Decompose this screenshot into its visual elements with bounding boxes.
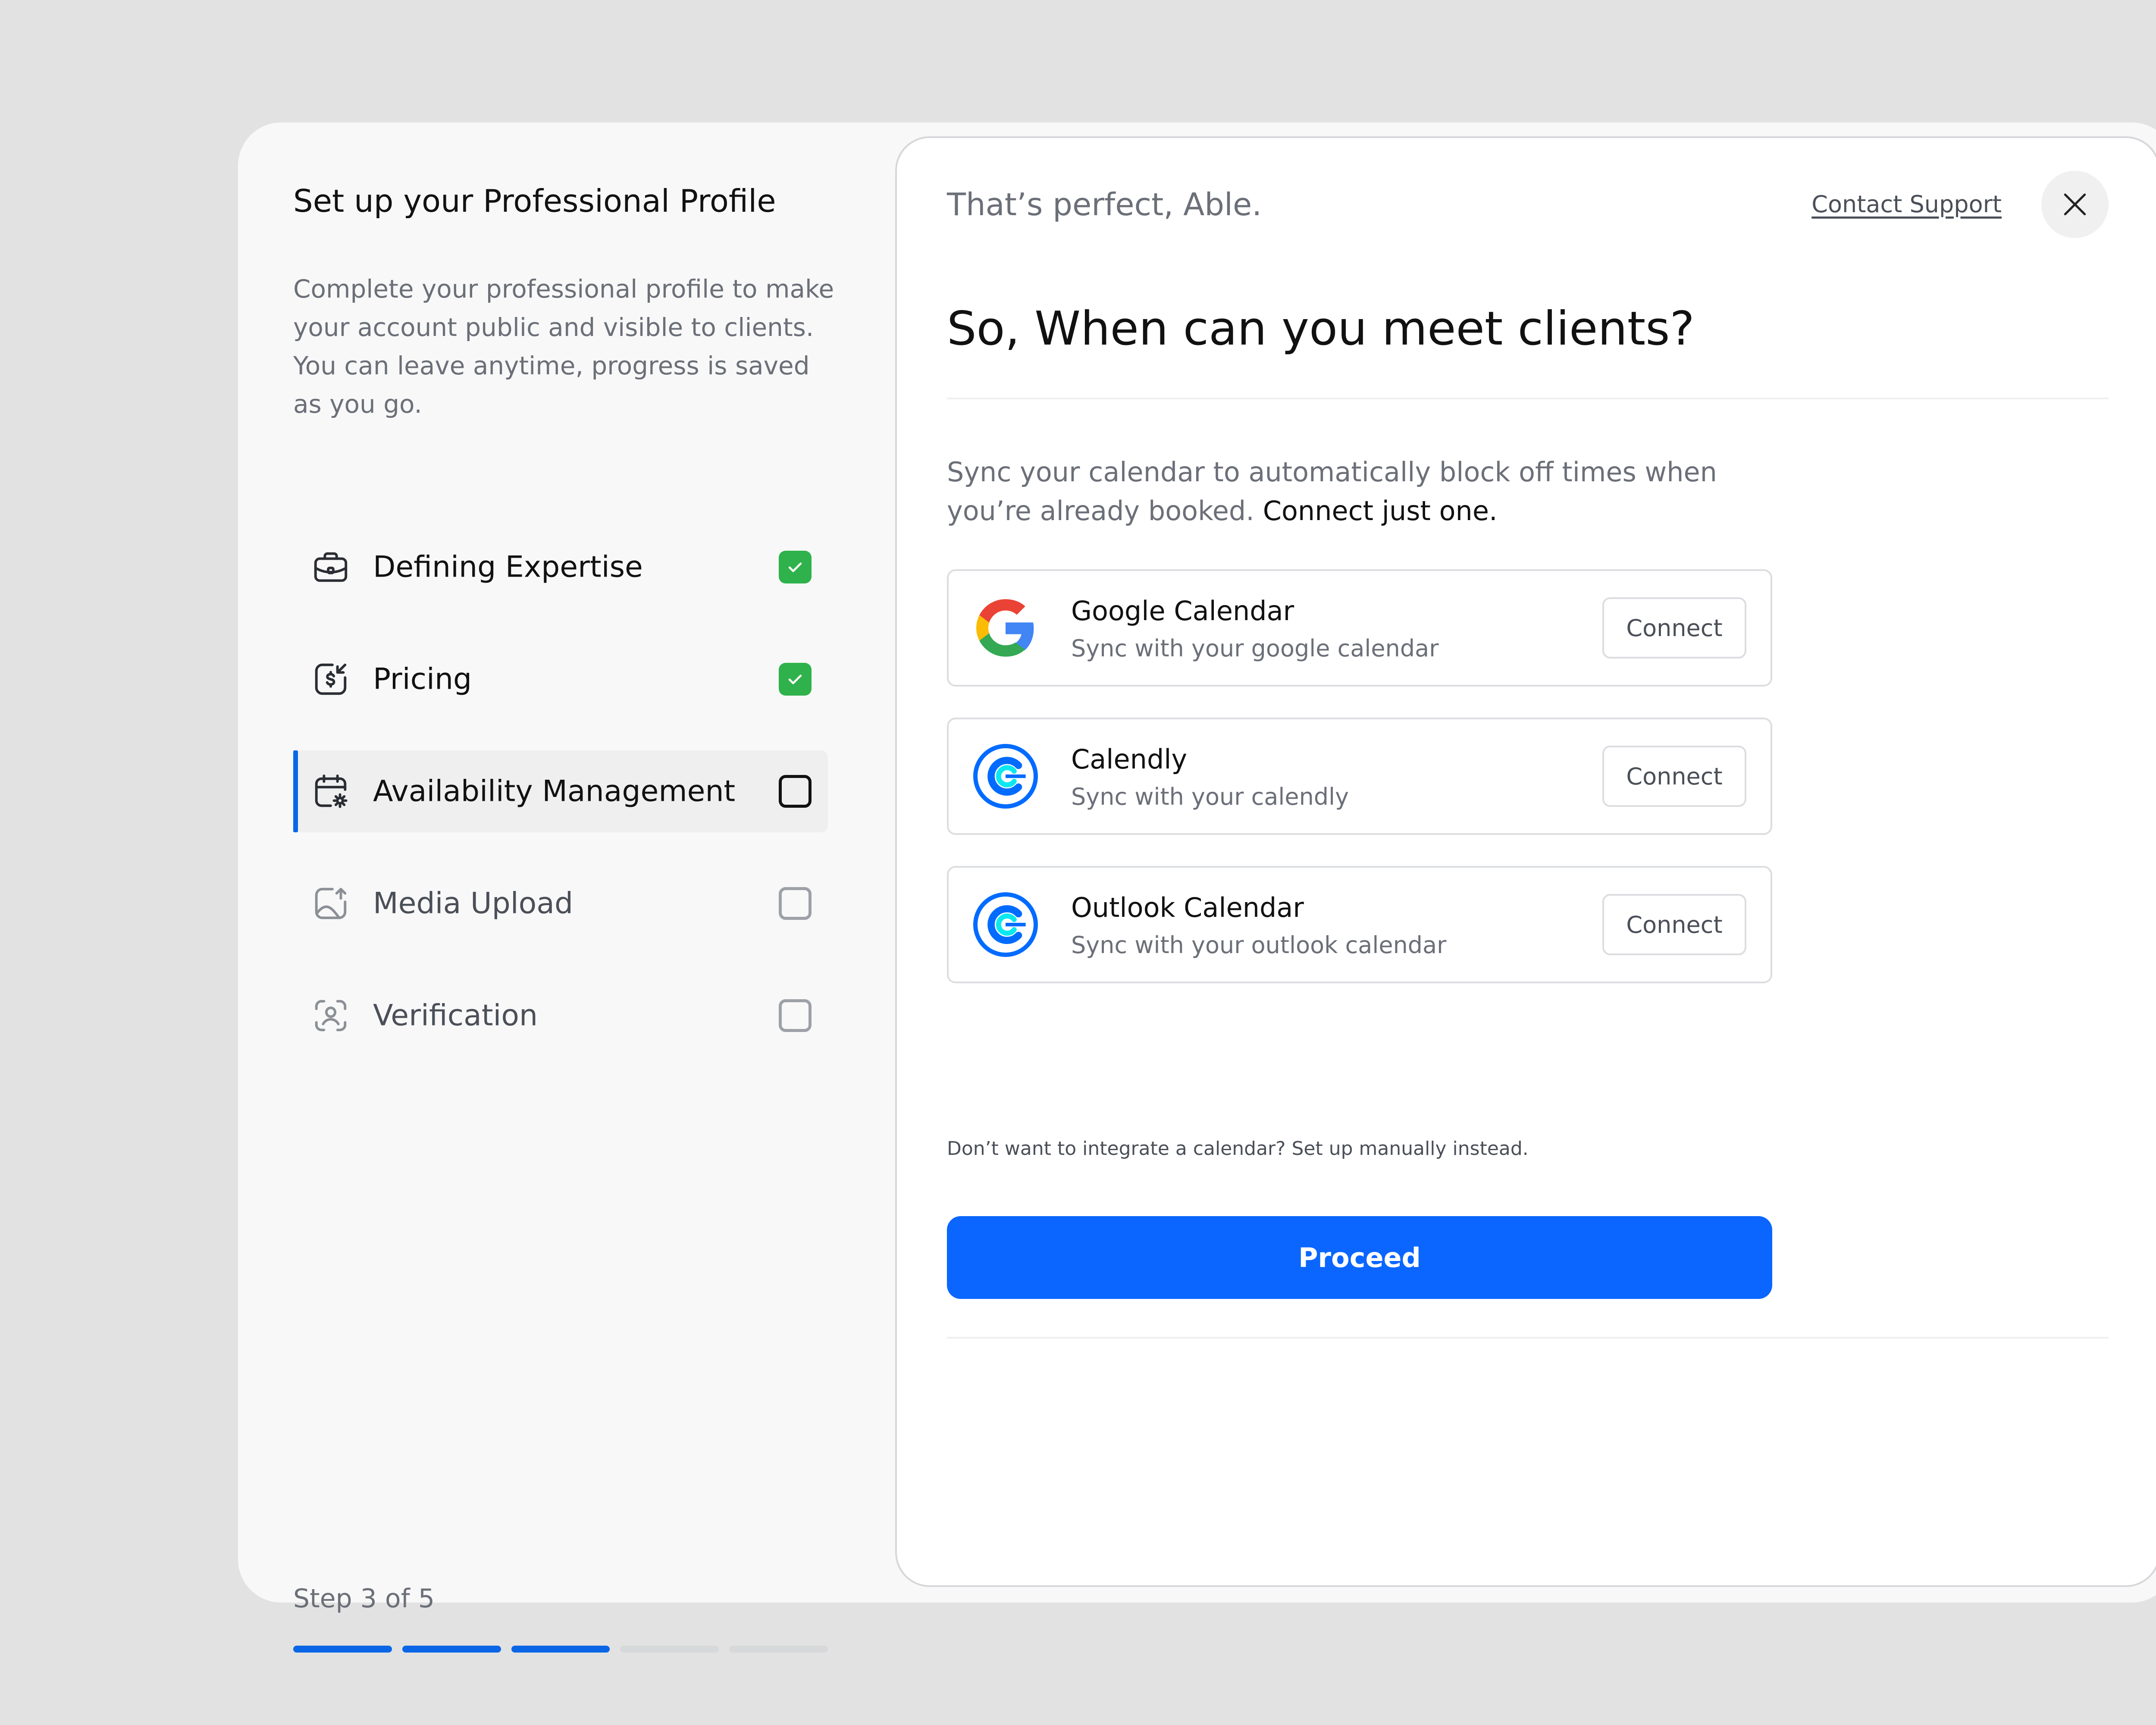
checkmark-icon: [788, 674, 802, 684]
close-button[interactable]: [2041, 171, 2109, 238]
calendar-settings-icon: [315, 775, 348, 808]
divider: [947, 398, 2109, 399]
briefcase-icon: [314, 552, 348, 582]
step-defining-expertise[interactable]: Defining Expertise: [293, 526, 828, 608]
connect-outlook-button[interactable]: Connect: [1602, 894, 1746, 955]
face-scan-icon: [315, 1000, 347, 1032]
dollar-icon: [315, 663, 347, 695]
progress-segment: [511, 1646, 610, 1653]
checkmark-icon: [788, 562, 802, 572]
progress-segment: [729, 1646, 828, 1653]
close-icon: [2064, 193, 2086, 216]
progress-segment: [293, 1646, 392, 1653]
step-verification[interactable]: Verification: [293, 975, 828, 1057]
instruction-text: Sync your calendar to automatically bloc…: [947, 453, 1809, 530]
step-label: Availability Management: [373, 774, 736, 809]
integration-subtitle: Sync with your google calendar: [1071, 635, 1439, 662]
integration-subtitle: Sync with your calendly: [1071, 783, 1349, 810]
step-complete-checkbox: [779, 663, 812, 696]
integration-title: Outlook Calendar: [1071, 892, 1304, 923]
proceed-button[interactable]: Proceed: [947, 1216, 1772, 1299]
connect-google-button[interactable]: Connect: [1602, 597, 1746, 659]
manual-setup-link[interactable]: Don’t want to integrate a calendar? Set …: [947, 1138, 1529, 1160]
step-counter: Step 3 of 5: [293, 1584, 435, 1614]
integration-card-outlook: Outlook Calendar Sync with your outlook …: [947, 866, 1772, 983]
step-checkbox: [779, 775, 812, 808]
progress-segment: [620, 1646, 719, 1653]
page-title: So, When can you meet clients?: [947, 302, 1695, 356]
image-upload-icon: [315, 888, 347, 919]
google-logo-icon: [976, 599, 1034, 657]
sidebar-description: Complete your professional profile to ma…: [293, 274, 834, 419]
progress-bar: [293, 1646, 828, 1653]
progress-segment: [402, 1646, 501, 1653]
setup-dialog: Set up your Professional Profile Complet…: [238, 122, 2156, 1653]
integration-title: Calendly: [1071, 743, 1188, 775]
integration-card-google: Google Calendar Sync with your google ca…: [947, 569, 1772, 687]
calendly-logo-icon: [973, 892, 1038, 957]
step-checkbox: [779, 887, 812, 920]
contact-support-link[interactable]: Contact Support: [1811, 191, 2002, 218]
step-label: Pricing: [373, 662, 472, 696]
step-pricing[interactable]: Pricing: [293, 638, 828, 720]
step-checkbox: [779, 999, 812, 1032]
calendly-logo-icon: [973, 744, 1038, 809]
steps-sidebar: Set up your Professional Profile Complet…: [293, 122, 834, 1653]
step-list: Defining Expertise Pricing Availability …: [293, 526, 828, 1087]
greeting-text: That’s perfect, Able.: [947, 186, 1262, 223]
divider: [947, 1337, 2109, 1339]
step-label: Defining Expertise: [373, 550, 643, 584]
step-complete-checkbox: [779, 551, 812, 583]
availability-panel: That’s perfect, Able. Contact Support So…: [895, 136, 2156, 1587]
step-label: Media Upload: [373, 886, 573, 921]
step-label: Verification: [373, 998, 538, 1033]
integration-card-calendly: Calendly Sync with your calendly Connect: [947, 718, 1772, 835]
step-media-upload[interactable]: Media Upload: [293, 862, 828, 944]
step-availability-management[interactable]: Availability Management: [293, 750, 828, 832]
sidebar-title: Set up your Professional Profile: [293, 183, 776, 219]
calendar-integrations: Google Calendar Sync with your google ca…: [947, 569, 1772, 1014]
integration-title: Google Calendar: [1071, 595, 1294, 627]
integration-subtitle: Sync with your outlook calendar: [1071, 932, 1447, 959]
instruction-emphasis: Connect just one.: [1263, 495, 1498, 527]
connect-calendly-button[interactable]: Connect: [1602, 746, 1746, 807]
